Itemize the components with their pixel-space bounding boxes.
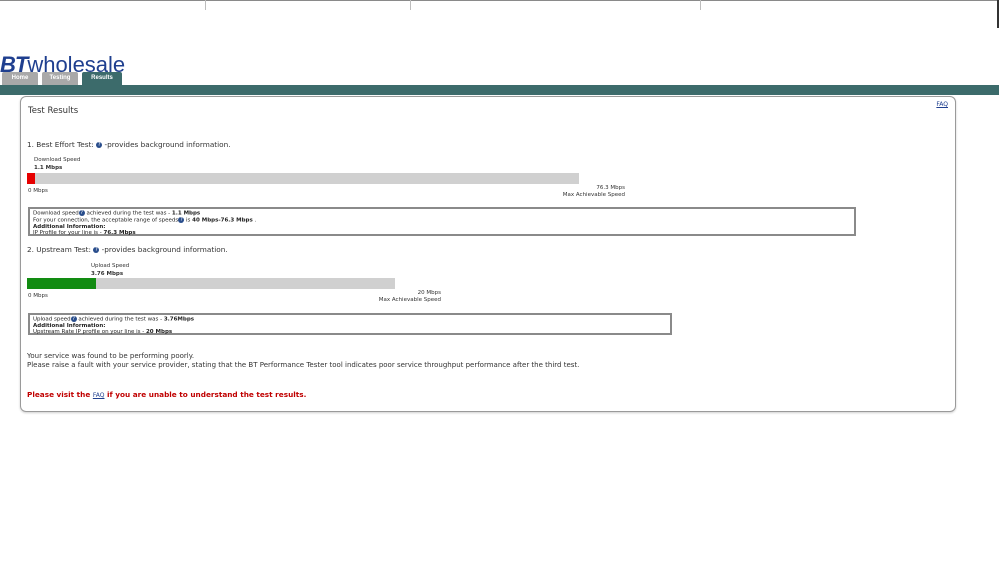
- download-test-heading: 1. Best Effort Test: ? -provides backgro…: [27, 140, 231, 149]
- window-tick-mark: [205, 0, 206, 10]
- window-top-border: [0, 0, 999, 1]
- download-speed-value: 1.1 Mbps: [34, 165, 63, 171]
- download-info-box: Download speed? achieved during the test…: [28, 207, 856, 236]
- download-range-value: 40 Mbps-76.3 Mbps: [192, 217, 253, 224]
- download-heading-prefix: 1. Best Effort Test:: [27, 140, 97, 149]
- download-info-text: .: [252, 217, 257, 224]
- download-info-line2: For your connection, the acceptable rang…: [33, 216, 851, 224]
- download-max-caption: Max Achievable Speed: [562, 192, 625, 198]
- upload-heading-suffix: -provides background information.: [99, 245, 228, 254]
- summary-line-2: Please raise a fault with your service p…: [27, 361, 580, 369]
- download-speed-fill: [27, 173, 35, 184]
- download-achieved-value: 1.1 Mbps: [171, 210, 201, 217]
- upload-info-line3: Upstream Rate IP profile on your line is…: [33, 329, 667, 335]
- download-info-text: IP Profile for your line is -: [33, 230, 104, 237]
- summary-line-1: Your service was found to be performing …: [27, 352, 195, 360]
- results-panel: Test Results FAQ 1. Best Effort Test: ? …: [20, 96, 956, 412]
- upload-speed-bar: [27, 278, 395, 289]
- download-info-line4: IP Profile for your line is - 76.3 Mbps: [33, 230, 851, 236]
- download-speed-bar: [27, 173, 579, 184]
- additional-info-heading: Additional Information:: [33, 322, 106, 329]
- upload-info-text: Upload speed: [33, 316, 71, 323]
- upload-heading-prefix: 2. Upstream Test:: [27, 245, 94, 254]
- upload-speed-value: 3.76 Mbps: [91, 271, 124, 277]
- download-heading-suffix: -provides background information.: [102, 140, 231, 149]
- window-tick-mark: [410, 0, 411, 10]
- tab-results[interactable]: Results: [82, 72, 122, 85]
- download-info-line1: Download speed? achieved during the test…: [33, 210, 851, 217]
- download-info-text: achieved during the test was -: [84, 210, 172, 217]
- tab-testing[interactable]: Testing: [42, 72, 78, 85]
- download-info-text: For your connection, the acceptable rang…: [33, 217, 179, 224]
- download-speed-label: Download Speed: [34, 157, 81, 163]
- upload-max-label: 20 Mbps: [417, 290, 441, 296]
- tab-home[interactable]: Home: [2, 72, 38, 85]
- upload-speed-fill: [27, 278, 97, 289]
- upload-max-caption: Max Achievable Speed: [378, 297, 441, 303]
- ip-profile-value: 76.3 Mbps: [103, 230, 136, 237]
- footer-prefix: Please visit the: [27, 390, 93, 399]
- download-info-text: Download speed: [33, 210, 79, 217]
- download-max-label: 76.3 Mbps: [596, 185, 625, 191]
- faq-footer-message: Please visit the FAQ if you are unable t…: [27, 390, 306, 399]
- upload-info-box: Upload speed? achieved during the test w…: [28, 313, 672, 335]
- upload-info-line1: Upload speed? achieved during the test w…: [33, 316, 667, 323]
- upstream-profile-value: 20 Mbps: [145, 329, 173, 336]
- download-min-label: 0 Mbps: [28, 188, 48, 194]
- additional-info-heading: Additional Information:: [33, 223, 106, 230]
- upload-test-heading: 2. Upstream Test: ? -provides background…: [27, 245, 228, 254]
- upload-speed-label: Upload Speed: [91, 263, 130, 269]
- upload-achieved-value: 3.76Mbps: [163, 316, 195, 323]
- faq-link-top[interactable]: FAQ: [936, 101, 948, 108]
- upload-min-label: 0 Mbps: [28, 293, 48, 299]
- footer-suffix: if you are unable to understand the test…: [104, 390, 307, 399]
- window-tick-mark: [700, 0, 701, 10]
- page-title: Test Results: [28, 106, 79, 116]
- faq-link-footer[interactable]: FAQ: [93, 392, 105, 399]
- nav-bar: [0, 85, 999, 95]
- download-info-text: is: [184, 217, 193, 224]
- upload-info-text: Upstream Rate IP profile on your line is…: [33, 329, 146, 336]
- upload-info-text: achieved during the test was -: [76, 316, 164, 323]
